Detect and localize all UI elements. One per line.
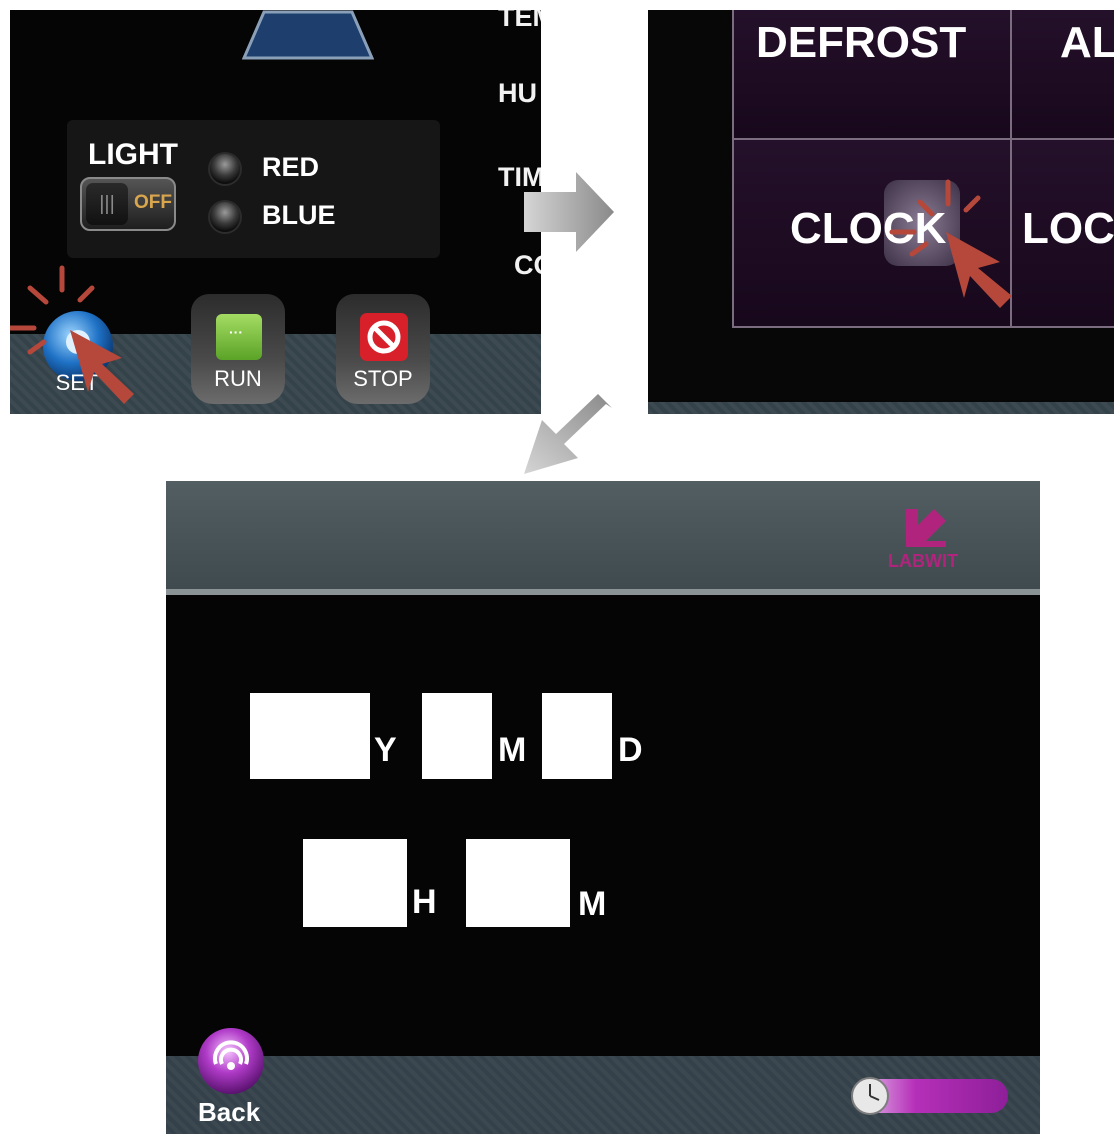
- indicator-shape: [242, 10, 374, 60]
- side-label-humidity: HU: [498, 78, 537, 108]
- back-button-label: Back: [198, 1097, 261, 1127]
- back-button[interactable]: [196, 1026, 266, 1096]
- side-label-co: CO: [514, 250, 541, 280]
- defrost-label: DEFROST: [756, 18, 967, 67]
- year-unit-label: Y: [374, 731, 397, 769]
- flow-arrow-down-left-icon: [524, 394, 612, 474]
- defrost-cell[interactable]: DEFROST: [732, 10, 1012, 140]
- month-unit-label: M: [498, 731, 527, 769]
- day-field[interactable]: [542, 693, 612, 779]
- menu-bottom-bar: [648, 402, 1114, 414]
- alarm-cell[interactable]: AL: [1010, 10, 1114, 140]
- radio-red-label: RED: [262, 152, 320, 182]
- lock-label: LOC: [1022, 204, 1114, 253]
- settings-screen-panel: TEM HU TIM CO LIGHT ||| OFF RED BLUE SET: [10, 10, 541, 414]
- labwit-logo-icon: [906, 509, 946, 547]
- hour-unit-label: H: [412, 883, 437, 921]
- stop-button[interactable]: STOP: [336, 294, 430, 404]
- light-toggle[interactable]: ||| OFF: [80, 177, 176, 231]
- side-label-temperature: TEM: [498, 10, 541, 32]
- flow-arrow-right-icon: [524, 172, 614, 252]
- run-button-label: RUN: [214, 366, 262, 391]
- clock-icon: [851, 1077, 889, 1115]
- run-button[interactable]: ··· RUN: [191, 294, 285, 404]
- toggle-knob: |||: [86, 183, 128, 225]
- clock-settings-panel: LABWIT Y M D H M Back: [166, 481, 1040, 1134]
- brand-logo-text: LABWIT: [888, 551, 958, 571]
- month-field[interactable]: [422, 693, 492, 779]
- back-icon: [198, 1028, 264, 1094]
- hour-field[interactable]: [303, 839, 407, 927]
- stop-button-label: STOP: [353, 366, 413, 391]
- click-burst-icon: [889, 179, 1012, 308]
- lock-cell[interactable]: LOC: [1010, 138, 1114, 328]
- light-title: LIGHT: [88, 138, 178, 171]
- header-divider: [166, 589, 1040, 595]
- radio-red[interactable]: [210, 154, 240, 184]
- clock-status-pill[interactable]: [851, 1077, 1008, 1115]
- radio-blue-label: BLUE: [262, 200, 336, 230]
- menu-screen-panel: DEFROST AL CLOCK LOC: [648, 10, 1114, 414]
- minute-unit-label: M: [578, 885, 607, 923]
- radio-blue[interactable]: [210, 202, 240, 232]
- alarm-label: AL: [1060, 18, 1114, 67]
- minute-field[interactable]: [466, 839, 570, 927]
- day-unit-label: D: [618, 731, 643, 769]
- click-burst-icon: [10, 265, 134, 404]
- year-field[interactable]: [250, 693, 370, 779]
- stop-icon: [360, 313, 408, 361]
- toggle-state-label: OFF: [134, 192, 172, 213]
- run-icon: ···: [216, 314, 262, 360]
- hand-pointer-icon: [70, 330, 134, 404]
- hand-pointer-icon: [946, 232, 1012, 308]
